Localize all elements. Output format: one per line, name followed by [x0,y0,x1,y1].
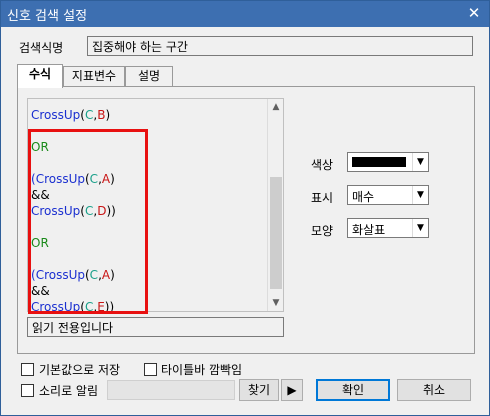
close-icon[interactable]: ✕ [465,4,483,22]
chevron-down-icon[interactable]: ▼ [412,186,428,204]
display-value: 매수 [352,190,375,204]
shape-label: 모양 [311,224,334,238]
color-picker[interactable]: ▼ [347,152,429,172]
sound-file-input [107,380,235,400]
sound-alert-checkbox[interactable] [21,384,34,397]
signal-search-settings-dialog: 신호 검색 설정 ✕ 검색식명 집중해야 하는 구간 수식 지표변수 설명 Cr… [0,0,490,416]
cancel-button[interactable]: 취소 [397,379,471,401]
search-name-input[interactable]: 집중해야 하는 구간 [87,36,473,56]
formula-line: CrossUp(C,B) [31,108,111,122]
find-button[interactable]: 찾기 [239,379,279,401]
titlebar-blink-label: 타이틀바 깜빡임 [161,363,243,377]
color-label: 색상 [311,158,334,172]
scrollbar-thumb[interactable] [270,177,282,289]
scroll-down-icon[interactable]: ▼ [268,295,284,311]
chevron-down-icon[interactable]: ▼ [412,219,428,237]
scroll-up-icon[interactable]: ▲ [268,99,284,115]
tab-formula[interactable]: 수식 [17,64,63,88]
window-title: 신호 검색 설정 [7,9,88,24]
play-icon[interactable]: ▶ [281,379,303,401]
display-label: 표시 [311,191,334,205]
save-default-checkbox[interactable] [21,363,34,376]
save-default-label: 기본값으로 저장 [39,363,121,377]
formula-scrollbar[interactable]: ▲ ▼ [267,99,283,311]
titlebar-blink-checkbox[interactable] [144,363,157,376]
display-select[interactable]: 매수 ▼ [347,185,429,205]
tab-indicator-variables[interactable]: 지표변수 [63,66,125,87]
highlight-annotation-box [28,129,148,314]
chevron-down-icon[interactable]: ▼ [412,153,428,171]
sound-alert-label: 소리로 알림 [39,384,99,398]
tab-description[interactable]: 설명 [125,66,173,87]
ok-button[interactable]: 확인 [316,379,390,401]
search-name-label: 검색식명 [19,41,64,55]
color-swatch [352,157,406,167]
shape-select[interactable]: 화살표 ▼ [347,218,429,238]
shape-value: 화살표 [352,223,386,237]
title-bar[interactable]: 신호 검색 설정 ✕ [1,1,489,27]
readonly-status-field: 읽기 전용입니다 [27,317,284,337]
